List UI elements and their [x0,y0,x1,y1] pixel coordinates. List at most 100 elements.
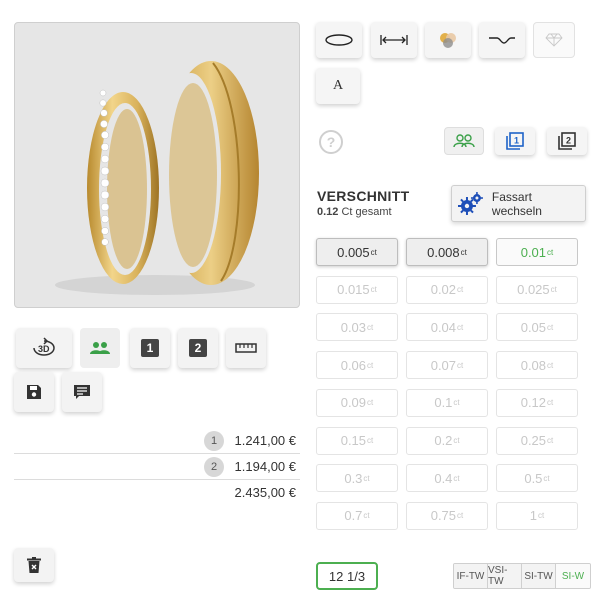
comment-button[interactable] [62,372,102,412]
carat-option[interactable]: 0.02 ct [406,275,488,304]
price-value: 1.241,00 € [234,433,296,448]
carat-option[interactable]: 0.75 ct [406,501,488,530]
carat-total-value: 0.12 [317,206,339,218]
profile-oval-button[interactable] [316,22,362,58]
carat-option[interactable]: 0.06 ct [316,351,398,380]
wave-surface-icon [489,37,515,44]
total-price: 2.435,00 € [234,485,296,500]
surface-button[interactable] [479,22,525,58]
carat-option[interactable]: 0.2 ct [406,426,488,455]
carat-option[interactable]: 1 ct [496,501,578,530]
carat-option[interactable]: 0.12 ct [496,388,578,417]
carat-option[interactable]: 0.15 ct [316,426,398,455]
svg-text:1: 1 [514,136,519,146]
carat-option[interactable]: 0.005 ct [316,238,398,266]
help-icon[interactable]: ? [319,130,343,154]
carat-unit: ct [460,247,467,257]
carat-value: 0.09 [340,395,367,411]
comment-icon [74,385,90,399]
carat-unit: ct [457,322,464,332]
carat-unit: ct [543,473,550,483]
ring-1-button[interactable]: 1 [130,328,170,368]
carat-value: 0.7 [344,508,363,524]
change-setting-label: Fassart wechseln [491,189,542,218]
carat-option[interactable]: 0.4 ct [406,464,488,493]
carat-unit: ct [453,398,460,408]
number-one-icon: 1 [141,339,159,357]
trash-icon [27,557,41,573]
view-pair-button[interactable] [444,127,484,155]
carat-option[interactable]: 0.025 ct [496,275,578,304]
delete-button[interactable] [14,548,54,582]
carat-unit: ct [547,436,554,445]
engraving-button[interactable]: A [316,68,360,104]
width-button[interactable] [371,22,417,58]
carat-option[interactable]: 0.25 ct [496,426,578,455]
carat-option[interactable]: 0.01 ct [496,238,578,266]
pair-view-button[interactable] [80,328,120,368]
section-title: VERSCHNITT [317,188,410,204]
carat-option[interactable]: 0.08 ct [496,351,578,380]
ring-2-button[interactable]: 2 [178,328,218,368]
carat-option[interactable]: 0.008 ct [406,238,488,266]
carat-unit: ct [457,511,464,521]
price-row-ring-2: 2 1.194,00 € [14,454,300,480]
quality-option[interactable]: SI-W [556,564,590,588]
carat-value: 0.12 [520,395,547,411]
stone-count-badge: 12 1/3 [316,562,378,590]
ring-number-badge: 2 [204,457,224,477]
carat-value: 0.4 [434,470,453,486]
quality-option[interactable]: VSI-TW [488,564,522,588]
view-ring-2-button[interactable]: 2 [547,127,587,155]
carat-unit: ct [367,436,374,445]
carat-unit: ct [367,398,374,408]
copy-two-icon: 2 [558,132,576,150]
carat-value: 0.04 [430,319,457,335]
stone-button[interactable] [533,22,575,58]
oval-profile-icon [325,34,353,46]
carat-option[interactable]: 0.07 ct [406,351,488,380]
carat-unit: ct [363,473,370,483]
carat-option[interactable]: 0.015 ct [316,275,398,304]
view-3d-button[interactable]: 3D [16,328,72,368]
carat-unit: ct [453,473,460,483]
carat-unit: ct [547,398,554,408]
carat-option[interactable]: 0.09 ct [316,388,398,417]
carat-option[interactable]: 0.04 ct [406,313,488,342]
measure-button[interactable] [226,328,266,368]
carat-value: 0.025 [517,282,550,298]
carat-option[interactable]: 0.05 ct [496,313,578,342]
price-row-total: 2.435,00 € [14,480,300,506]
carat-value: 0.01 [520,244,547,260]
carat-value: 0.08 [520,357,547,373]
carat-option[interactable]: 0.7 ct [316,501,398,530]
color-button[interactable] [425,22,471,58]
carat-unit: ct [547,322,554,332]
view-ring-1-button[interactable]: 1 [495,127,535,155]
carat-option[interactable]: 0.03 ct [316,313,398,342]
carat-value: 0.06 [340,357,367,373]
carat-unit: ct [370,247,377,257]
carat-option[interactable]: 0.3 ct [316,464,398,493]
carat-unit: ct [538,511,545,521]
carat-value: 0.1 [434,395,453,411]
ring-preview[interactable] [14,22,300,308]
carat-value: 0.02 [430,282,457,298]
carat-value: 0.75 [430,508,457,524]
carat-unit: ct [547,247,554,257]
carat-unit: ct [453,436,460,445]
change-setting-button[interactable]: Fassart wechseln [451,185,586,222]
carat-value: 0.3 [344,470,363,486]
price-row-ring-1: 1 1.241,00 € [14,428,300,454]
floppy-disk-icon [27,385,41,399]
wedding-rings-image [55,61,259,295]
carat-option[interactable]: 0.1 ct [406,388,488,417]
carat-unit: ct [457,285,464,295]
quality-option[interactable]: SI-TW [522,564,556,588]
save-button[interactable] [14,372,54,412]
carat-total-suffix: Ct gesamt [341,206,392,218]
quality-option[interactable]: IF-TW [454,564,488,588]
svg-text:2: 2 [566,136,571,146]
carat-value: 0.005 [337,244,370,260]
carat-option[interactable]: 0.5 ct [496,464,578,493]
